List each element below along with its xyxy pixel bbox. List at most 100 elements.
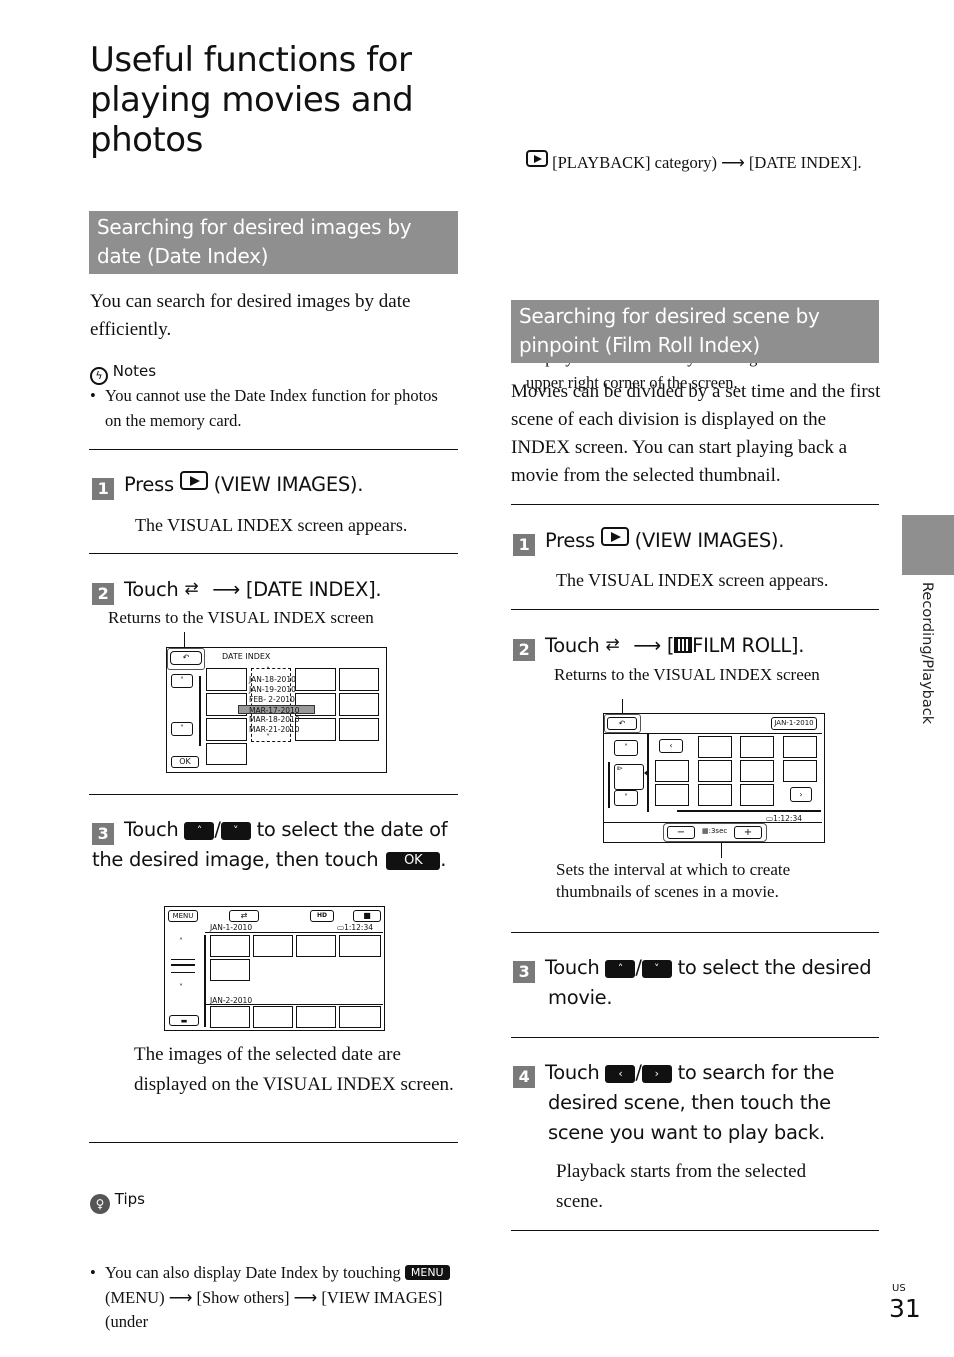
date-list[interactable]: ˄ JAN-18-2010 JAN-19-2010 FEB- 2-2010 MA… — [238, 666, 315, 742]
divider — [89, 794, 458, 795]
duration-label: ▭1:12:34 — [337, 923, 374, 932]
up-key-icon: ˄ — [184, 822, 215, 840]
step-3: 3 Touch ˄ / ˅ to select the desired movie. — [513, 953, 873, 1013]
interval-value: ▦:3sec — [702, 827, 728, 835]
step-1: 1 Press (VIEW IMAGES). — [92, 470, 462, 500]
notes-label: Notes — [112, 362, 157, 380]
interval-control: − ▦:3sec + — [663, 823, 767, 842]
step-4-result: Playback starts from the selected scene. — [556, 1161, 807, 1212]
tips-label: Tips — [114, 1190, 145, 1208]
scroll-up-button[interactable]: ˄ — [614, 740, 638, 756]
page-region: US — [892, 1283, 906, 1294]
progress-line — [677, 810, 821, 812]
menu-button[interactable]: MENU — [168, 910, 198, 922]
hd-button[interactable]: HD — [310, 910, 334, 922]
view-images-icon — [600, 527, 629, 546]
divider — [89, 1142, 458, 1143]
date-item[interactable]: MAR-21-2010 — [249, 725, 300, 734]
menu-key-icon: MENU — [404, 1265, 450, 1280]
playback-icon — [526, 150, 548, 167]
selected-date-item[interactable]: MAR-17-2010 — [238, 705, 315, 715]
notes-header: ϟ Notes — [90, 360, 156, 385]
divider — [511, 504, 879, 505]
scrollbar[interactable] — [199, 676, 201, 746]
divider — [511, 1037, 879, 1038]
down-key-icon: ˅ — [220, 822, 251, 840]
date-index-title: DATE INDEX — [222, 652, 271, 661]
page-title: Useful functions for playing movies and … — [90, 40, 414, 160]
step-number: 2 — [513, 639, 535, 661]
film-roll-icon — [674, 637, 693, 653]
note-item: You cannot use the Date Index function f… — [90, 384, 450, 433]
list-view-icon[interactable] — [171, 959, 195, 973]
scroll-up-button[interactable]: ˄ — [171, 674, 193, 688]
lightbulb-icon: ♀ — [90, 1194, 110, 1214]
step-1-result: The VISUAL INDEX screen appears. — [135, 515, 408, 535]
date-index-heading: Searching for desired images by date (Da… — [89, 211, 458, 274]
return-callout: Returns to the VISUAL INDEX screen — [554, 665, 820, 684]
step-number: 3 — [513, 961, 535, 983]
step-4: 4 Touch ‹ / › to search for the desired sce… — [513, 1058, 878, 1148]
index-switch-icon: ⇄ — [184, 579, 199, 599]
scrollbar[interactable] — [608, 762, 610, 808]
divider — [511, 1230, 879, 1231]
film-roll-intro: Movies can be divided by a set time and … — [511, 381, 881, 486]
date-item[interactable]: JAN-19-2010 — [249, 685, 296, 694]
movie-icon: ▬ — [180, 1017, 188, 1025]
tip-item: You can also display Date Index by touch… — [90, 1261, 465, 1335]
scroll-down-button[interactable]: ˅ — [614, 790, 638, 806]
movie-button[interactable]: ▬ — [169, 1015, 199, 1026]
date-index-intro: You can search for desired images by dat… — [90, 291, 411, 340]
index-switch-button[interactable]: ⇄ — [229, 910, 259, 922]
scrollbar[interactable] — [204, 935, 206, 1027]
date-item[interactable]: JAN-18-2010 — [249, 675, 296, 684]
divider — [89, 449, 458, 450]
step-1: 1 Press (VIEW IMAGES). — [513, 526, 883, 556]
date-item[interactable]: FEB- 2-2010 — [249, 695, 295, 704]
ok-button[interactable]: OK — [171, 756, 199, 768]
step-3-result: The images of the selected date are disp… — [134, 1044, 454, 1095]
tips-header: ♀ Tips — [90, 1188, 145, 1214]
up-key-icon: ˄ — [605, 960, 636, 978]
index-switch-icon: ⇄ — [605, 635, 620, 655]
divider — [511, 932, 879, 933]
divider — [511, 609, 879, 610]
step-number: 3 — [92, 823, 114, 845]
arrow-icon: ⟶ — [212, 578, 240, 601]
section-tab — [902, 515, 954, 575]
film-roll-heading: Searching for desired scene by pinpoint … — [511, 300, 879, 363]
previous-button[interactable]: ‹ — [659, 739, 683, 753]
step-number: 1 — [513, 534, 535, 556]
interval-callout: Sets the interval at which to create thu… — [556, 860, 791, 901]
interval-plus-button[interactable]: + — [734, 826, 762, 839]
scroll-down-button[interactable]: ˅ — [179, 983, 183, 992]
ok-key-icon: OK — [386, 852, 441, 870]
date-button[interactable]: JAN-1-2010 — [771, 717, 817, 730]
section-tab-label: Recording/Playback — [919, 582, 935, 725]
tip-item-continued: [PLAYBACK] category) ⟶ [DATE INDEX]. — [526, 150, 886, 176]
movie-thumb[interactable]: ⧐ — [614, 764, 644, 790]
return-callout: Returns to the VISUAL INDEX screen — [108, 608, 374, 627]
down-key-icon: ˅ — [641, 960, 672, 978]
next-button[interactable]: › — [790, 787, 812, 802]
interval-icon: ▦ — [702, 827, 709, 835]
step-1-result: The VISUAL INDEX screen appears. — [556, 570, 829, 590]
right-key-icon: › — [641, 1065, 672, 1083]
date-item[interactable]: MAR-18-2010 — [249, 715, 300, 724]
step-number: 2 — [92, 583, 114, 605]
scroll-down-button[interactable]: ˅ — [171, 722, 193, 736]
arrow-icon: ⟶ — [633, 634, 661, 657]
pointer-icon — [644, 769, 649, 777]
notes-icon: ϟ — [90, 367, 108, 385]
callout-line — [721, 842, 722, 858]
divider — [89, 553, 458, 554]
step-number: 1 — [92, 478, 114, 500]
page-number: 31 — [889, 1294, 921, 1323]
step-number: 4 — [513, 1066, 535, 1088]
scroll-up-button[interactable]: ˄ — [179, 937, 183, 946]
photo-button[interactable]: ■ — [353, 910, 381, 922]
interval-minus-button[interactable]: − — [667, 826, 695, 839]
film-roll-screen: ↶ JAN-1-2010 ˄ ⧐ ˅ ‹ › ▭1:12:34 − ▦:3sec… — [603, 713, 825, 843]
index-switch-icon: ⇄ — [240, 911, 248, 920]
date-label: JAN-1-2010 — [210, 923, 253, 932]
